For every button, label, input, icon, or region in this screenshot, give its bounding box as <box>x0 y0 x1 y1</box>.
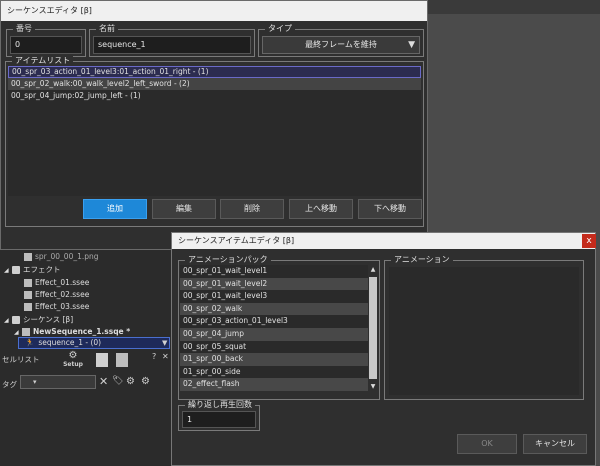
type-group: タイプ 最終フレームを維持 ▼ <box>258 24 424 57</box>
item-list-label: アイテムリスト <box>12 56 74 66</box>
setup-label: Setup <box>63 361 83 368</box>
tree-item[interactable]: Effect_01.ssee <box>24 277 89 289</box>
move-up-button[interactable]: 上へ移動 <box>289 199 353 219</box>
cancel-button[interactable]: キャンセル <box>523 434 587 454</box>
chevron-down-icon[interactable]: ▼ <box>162 339 167 347</box>
tree-item-label: シーケンス [β] <box>23 315 74 324</box>
tree-item-label: Effect_02.ssee <box>35 290 90 299</box>
list-item[interactable]: 01_spr_00_side <box>180 366 378 379</box>
item-editor-title: シーケンスアイテムエディタ [β] <box>178 236 295 245</box>
type-select[interactable]: 最終フレームを維持 ▼ <box>262 36 420 54</box>
animation-group: アニメーション <box>384 255 584 400</box>
type-select-value: 最終フレームを維持 <box>305 40 377 49</box>
tree-item-label: spr_00_00_1.png <box>35 252 99 261</box>
tree-item-label: sequence_1 - (0) <box>38 338 102 347</box>
repeat-group: 繰り返し再生回数 1 <box>178 400 260 431</box>
repeat-count-field[interactable]: 1 <box>182 411 256 428</box>
cell-list-label: セルリスト <box>2 355 40 364</box>
file-icon <box>24 279 32 287</box>
person-icon: 🏃 <box>25 338 35 347</box>
list-item[interactable]: 00_spr_03_action_01_level3 <box>180 315 378 328</box>
type-label: タイプ <box>265 24 295 34</box>
close-icon[interactable]: ✕ <box>99 375 108 388</box>
file-icon <box>24 303 32 311</box>
close-button[interactable]: x <box>582 234 596 248</box>
file-icon <box>24 291 32 299</box>
scrollbar[interactable]: ▲ ▼ <box>368 265 378 391</box>
tree-folder-sequence[interactable]: ◢ シーケンス [β] <box>4 314 73 326</box>
name-label: 名前 <box>96 24 118 34</box>
list-item[interactable]: 01_spr_00_back <box>180 353 378 366</box>
move-down-button[interactable]: 下へ移動 <box>358 199 422 219</box>
list-item[interactable]: 00_spr_05_squat <box>180 341 378 354</box>
anim-pack-list[interactable]: 00_spr_01_wait_level1 00_spr_01_wait_lev… <box>180 265 378 391</box>
gear-icon: ⚙ <box>68 350 78 361</box>
animation-label: アニメーション <box>391 255 453 265</box>
item-list[interactable]: 00_spr_03_action_01_level3:01_action_01_… <box>8 66 421 196</box>
name-field[interactable]: sequence_1 <box>93 36 251 54</box>
chevron-down-icon: ▾ <box>33 378 37 386</box>
tree-sequence-item-selected[interactable]: 🏃 sequence_1 - (0) <box>18 337 170 349</box>
sequence-item-editor-window: シーケンスアイテムエディタ [β] x アニメーションパック 00_spr_01… <box>171 232 596 466</box>
expand-icon: ◢ <box>4 267 9 274</box>
app-toolbar-strip <box>428 0 600 14</box>
number-field[interactable]: 0 <box>10 36 82 54</box>
tag-label: タグ <box>2 380 17 389</box>
tag-icon[interactable]: 🏷 <box>112 376 123 386</box>
sequence-editor-window: シーケンスエディタ [β] 番号 0 名前 sequence_1 タイプ 最終フ… <box>0 0 428 250</box>
tree-item[interactable]: Effect_02.ssee <box>24 289 89 301</box>
list-item[interactable]: 00_spr_01_wait_level1 <box>180 265 378 278</box>
sequence-editor-title: シーケンスエディタ [β] <box>7 6 92 15</box>
animation-list[interactable] <box>389 267 579 395</box>
delete-button[interactable]: 削除 <box>220 199 284 219</box>
add-button[interactable]: 追加 <box>83 199 147 219</box>
tree-folder-effect[interactable]: ◢ エフェクト <box>4 264 61 276</box>
close-icon[interactable]: ✕ <box>162 352 169 361</box>
chevron-up-icon[interactable]: ▲ <box>368 266 378 273</box>
setup-button[interactable]: ⚙ Setup <box>62 350 84 370</box>
file-icon <box>22 328 30 336</box>
number-group: 番号 0 <box>6 24 86 57</box>
folder-icon <box>12 266 20 274</box>
folder-icon <box>12 316 20 324</box>
edit-button[interactable]: 編集 <box>152 199 216 219</box>
list-item[interactable]: 00_spr_01_wait_level3 <box>180 290 378 303</box>
tree-item-label: Effect_01.ssee <box>35 278 90 287</box>
list-item[interactable]: 00_spr_04_jump:02_jump_left - (1) <box>8 90 421 102</box>
tree-item-label: Effect_03.ssee <box>35 302 90 311</box>
item-editor-titlebar: シーケンスアイテムエディタ [β] <box>172 233 595 249</box>
help-icon[interactable]: ? <box>152 352 156 361</box>
list-item[interactable]: 00_spr_03_action_01_level3:01_action_01_… <box>8 66 421 78</box>
tree-item[interactable]: Effect_03.ssee <box>24 301 89 313</box>
chevron-down-icon: ▼ <box>408 40 415 50</box>
tree-item[interactable]: spr_00_00_1.png <box>24 251 99 263</box>
anim-pack-label: アニメーションパック <box>185 255 271 265</box>
file-icon <box>24 253 32 261</box>
item-list-group: アイテムリスト 00_spr_03_action_01_level3:01_ac… <box>5 56 424 227</box>
settings-icon[interactable]: ⚙ <box>141 376 150 387</box>
grid-icon[interactable] <box>96 353 108 367</box>
list-item[interactable]: 00_spr_01_wait_level2 <box>180 277 378 291</box>
tree-item-label: エフェクト <box>23 265 61 274</box>
expand-icon: ◢ <box>4 317 9 324</box>
repeat-label: 繰り返し再生回数 <box>185 400 255 410</box>
scroll-thumb[interactable] <box>369 277 377 379</box>
ok-button[interactable]: OK <box>457 434 517 454</box>
list-item[interactable]: 02_effect_flash <box>180 378 378 391</box>
list-item[interactable]: 00_spr_02_walk:00_walk_level2_left_sword… <box>8 78 421 90</box>
name-group: 名前 sequence_1 <box>89 24 255 57</box>
tag-select[interactable]: ▾ <box>20 375 96 389</box>
number-label: 番号 <box>13 24 35 34</box>
project-panel: spr_00_00_1.png ◢ エフェクト Effect_01.ssee Ef… <box>0 250 172 466</box>
tree-item-label: NewSequence_1.ssqe * <box>33 327 131 336</box>
chevron-down-icon[interactable]: ▼ <box>368 383 378 390</box>
sequence-editor-titlebar: シーケンスエディタ [β] <box>1 1 427 21</box>
gear-icon[interactable]: ⚙ <box>126 376 135 387</box>
list-item[interactable]: 00_spr_02_walk <box>180 302 378 316</box>
list-item[interactable]: 00_spr_04_jump <box>180 327 378 341</box>
list-icon[interactable] <box>116 353 128 367</box>
